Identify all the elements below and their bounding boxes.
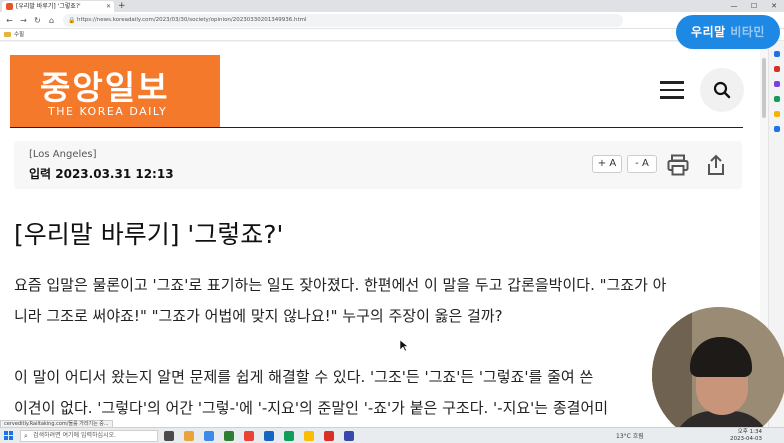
- file-explorer-icon[interactable]: [184, 431, 194, 441]
- taskbar-search-placeholder: 검색하려면 여기에 입력하십시오.: [33, 432, 117, 439]
- sidebar-app-icon[interactable]: [773, 81, 780, 87]
- lock-icon: 🔒: [68, 17, 76, 24]
- taskbar-search-input[interactable]: ⌕ 검색하려면 여기에 입력하십시오.: [20, 430, 158, 442]
- search-button[interactable]: [700, 68, 744, 112]
- back-icon[interactable]: ←: [4, 15, 15, 26]
- window-controls: — ☐ ✕: [724, 0, 784, 12]
- logo-english: THE KOREA DAILY: [48, 105, 168, 118]
- font-decrease-button[interactable]: - A: [627, 155, 657, 173]
- site-logo[interactable]: 중앙일보 THE KOREA DAILY: [10, 55, 220, 128]
- sidebar-app-icon[interactable]: [773, 126, 780, 132]
- browser-tab-strip: [우리말 바루기] '그렇죠?' ✕ + — ☐ ✕: [0, 0, 784, 12]
- app-icon[interactable]: [304, 431, 314, 441]
- forward-icon[interactable]: →: [18, 15, 29, 26]
- weather-widget[interactable]: 13°C 흐림: [616, 431, 644, 440]
- badge-dim-text: 비타민: [730, 25, 765, 39]
- article-paragraph-line: 이견이 없다. '그렇다'의 어간 '그렇-'에 '-지요'의 준말인 '-죠'…: [14, 399, 609, 417]
- app-icon[interactable]: [284, 431, 294, 441]
- web-page: 중앙일보 THE KOREA DAILY [Los Angeles] 입력 20…: [0, 42, 760, 427]
- header-divider: [10, 127, 743, 128]
- app-icon[interactable]: [324, 431, 334, 441]
- channel-badge: 우리말 비타민: [676, 15, 780, 49]
- chrome-icon[interactable]: [244, 431, 254, 441]
- article-headline: [우리말 바루기] '그렇죠?': [14, 220, 284, 249]
- clock-date: 2023-04-03: [730, 436, 762, 442]
- task-view-icon[interactable]: [164, 431, 174, 441]
- minimize-icon[interactable]: —: [724, 0, 744, 12]
- windows-taskbar: ⌕ 검색하려면 여기에 입력하십시오. 13°C 흐림 오후 1:34 2023…: [0, 427, 784, 443]
- scrollbar-thumb[interactable]: [762, 58, 766, 118]
- logo-korean: 중앙일보: [40, 68, 170, 107]
- screen: [우리말 바루기] '그렇죠?' ✕ + — ☐ ✕ ← → ↻ ⌂ 🔒 htt…: [0, 0, 784, 443]
- bookmark-folder[interactable]: 수필: [14, 32, 24, 38]
- mouse-cursor-icon: [400, 340, 408, 352]
- word-icon[interactable]: [264, 431, 274, 441]
- badge-main-text: 우리말: [691, 25, 731, 39]
- close-window-icon[interactable]: ✕: [764, 0, 784, 12]
- taskbar-apps: [164, 431, 364, 441]
- bookmarks-bar: 수필: [0, 29, 784, 41]
- sidebar-app-icon[interactable]: [773, 96, 780, 102]
- url-text: https://news.koreadaily.com/2023/03/30/s…: [77, 17, 307, 23]
- tab-title: [우리말 바루기] '그렇죠?': [16, 3, 81, 10]
- article-paragraph-line: 요즘 입말은 물론이고 '그죠'로 표기하는 일도 잦아졌다. 한편에선 이 말…: [14, 276, 667, 294]
- browser-tab[interactable]: [우리말 바루기] '그렇죠?' ✕: [2, 1, 114, 12]
- folder-icon: [4, 32, 11, 37]
- url-field[interactable]: 🔒 https://news.koreadaily.com/2023/03/30…: [63, 14, 623, 27]
- hamburger-icon[interactable]: [660, 81, 684, 99]
- share-icon[interactable]: [704, 153, 728, 177]
- article-paragraph-line: 니라 그조로 써야죠!" "그죠가 어법에 맞지 않나요!" 누구의 주장이 옳…: [14, 307, 503, 325]
- maximize-icon[interactable]: ☐: [744, 0, 764, 12]
- new-tab-button[interactable]: +: [118, 0, 126, 12]
- taskbar-clock[interactable]: 오후 1:34 2023-04-03: [730, 429, 762, 443]
- print-icon[interactable]: [666, 153, 690, 177]
- search-icon: [713, 81, 731, 99]
- search-icon: ⌕: [24, 432, 28, 440]
- webcam-overlay: [652, 307, 784, 443]
- article-location: [Los Angeles]: [29, 149, 97, 160]
- home-icon[interactable]: ⌂: [46, 15, 57, 26]
- sidebar-app-icon[interactable]: [773, 51, 780, 57]
- site-favicon-icon: [6, 3, 13, 10]
- font-increase-button[interactable]: + A: [592, 155, 622, 173]
- windows-start-icon[interactable]: [4, 431, 13, 440]
- article-date: 입력 2023.03.31 12:13: [29, 167, 174, 181]
- edge-icon[interactable]: [204, 431, 214, 441]
- excel-icon[interactable]: [224, 431, 234, 441]
- reload-icon[interactable]: ↻: [32, 15, 43, 26]
- sidebar-app-icon[interactable]: [773, 111, 780, 117]
- article-paragraph-line: 이 말이 어디서 왔는지 알면 문제를 쉽게 해결할 수 있다. '그조'든 '…: [14, 368, 594, 386]
- app-icon[interactable]: [344, 431, 354, 441]
- address-bar-row: ← → ↻ ⌂ 🔒 https://news.koreadaily.com/20…: [0, 12, 784, 29]
- tab-close-icon[interactable]: ✕: [106, 1, 111, 12]
- article-info-bar: [Los Angeles] 입력 2023.03.31 12:13 + A - …: [14, 141, 742, 189]
- sidebar-app-icon[interactable]: [773, 66, 780, 72]
- clock-time: 오후 1:34: [737, 429, 762, 435]
